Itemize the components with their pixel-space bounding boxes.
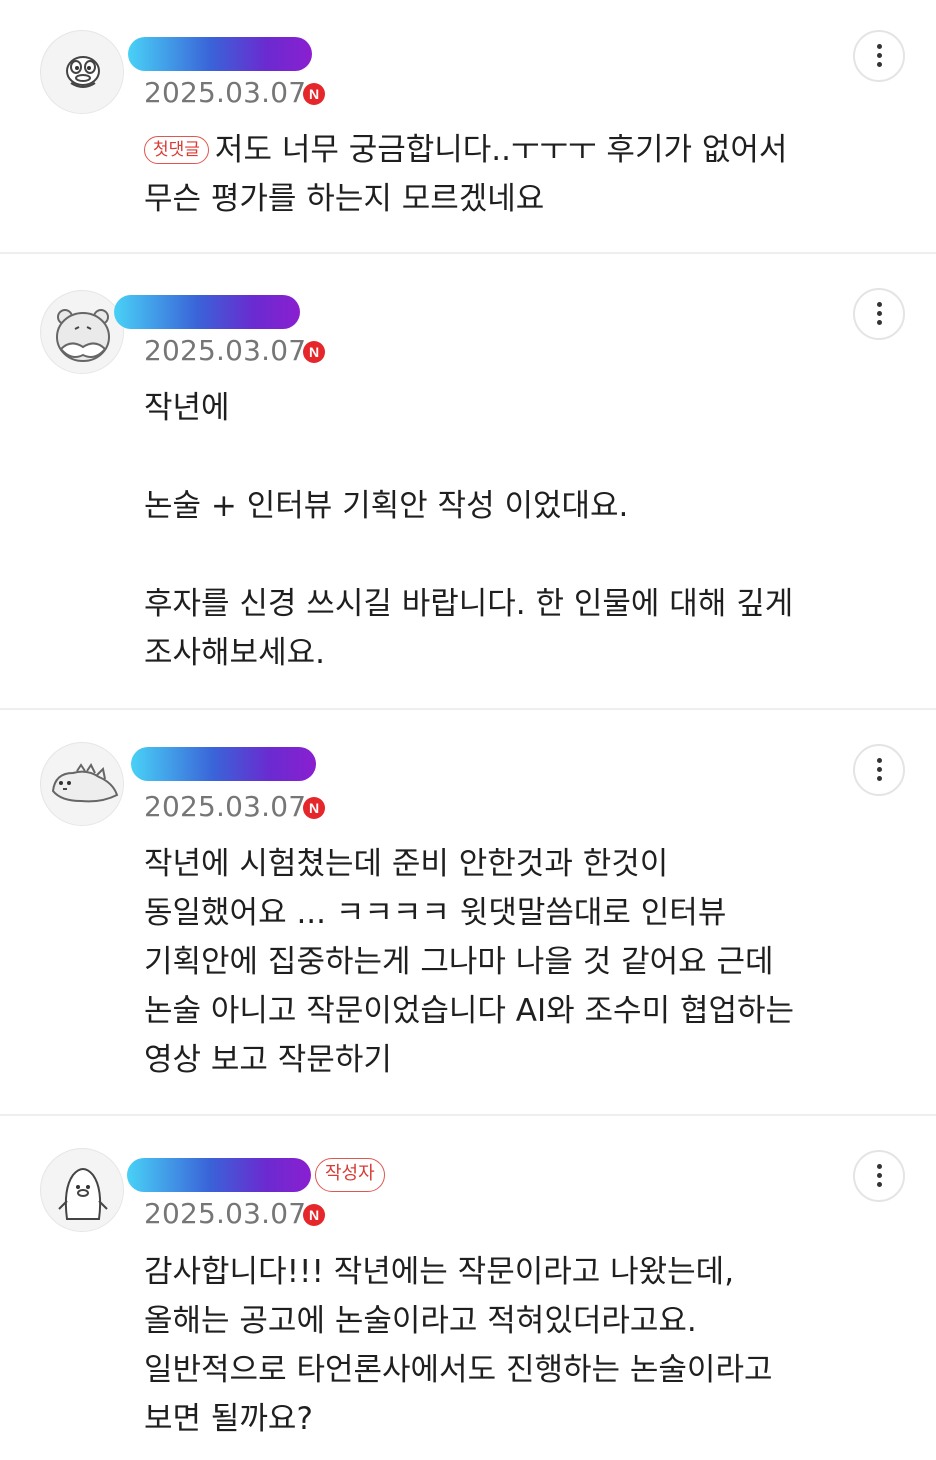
username-redacted[interactable] xyxy=(114,295,300,329)
more-options-button[interactable] xyxy=(853,30,905,82)
penguin-icon[interactable] xyxy=(40,1148,124,1232)
comment-body: 저도 너무 궁금합니다..ㅜㅜㅜ 후기가 없어서 무슨 평가를 하는지 모르겠네… xyxy=(144,132,788,217)
comment-date: 2025.03.07 xyxy=(144,76,307,109)
comment-text: 작년에 논술 + 인터뷰 기획안 작성 이었대요. 후자를 신경 쓰시길 바랍니… xyxy=(144,390,794,671)
divider xyxy=(0,708,936,710)
more-vertical-icon xyxy=(877,302,882,326)
bear-face-icon[interactable] xyxy=(40,290,124,374)
comment-date: 2025.03.07 xyxy=(144,334,307,367)
more-options-button[interactable] xyxy=(853,744,905,796)
username-redacted[interactable] xyxy=(127,1158,311,1192)
new-badge: N xyxy=(303,341,325,363)
author-tag: 작성자 xyxy=(315,1158,385,1192)
new-badge: N xyxy=(303,83,325,105)
new-badge: N xyxy=(303,797,325,819)
comment-date: 2025.03.07 xyxy=(144,790,307,823)
username-redacted[interactable] xyxy=(128,37,312,71)
comment-text: 작년에 시험쳤는데 준비 안한것과 한것이 동일했어요 ... ㅋㅋㅋㅋ 윗댓말… xyxy=(144,846,795,1078)
more-vertical-icon xyxy=(877,1164,882,1188)
more-vertical-icon xyxy=(877,44,882,68)
comment-text: 감사합니다!!! 작년에는 작문이라고 나왔는데, 올해는 공고에 논술이라고 … xyxy=(144,1254,773,1437)
dinosaur-icon[interactable] xyxy=(40,742,124,826)
comment-date: 2025.03.07 xyxy=(144,1197,307,1230)
first-comment-tag: 첫댓글 xyxy=(144,136,209,164)
duck-face-icon[interactable] xyxy=(40,30,124,114)
comment-text: 첫댓글 저도 너무 궁금합니다..ㅜㅜㅜ 후기가 없어서 무슨 평가를 하는지 모… xyxy=(144,126,864,224)
more-vertical-icon xyxy=(877,758,882,782)
divider xyxy=(0,252,936,254)
username-redacted[interactable] xyxy=(131,747,316,781)
divider xyxy=(0,1114,936,1116)
new-badge: N xyxy=(303,1204,325,1226)
more-options-button[interactable] xyxy=(853,1150,905,1202)
more-options-button[interactable] xyxy=(853,288,905,340)
